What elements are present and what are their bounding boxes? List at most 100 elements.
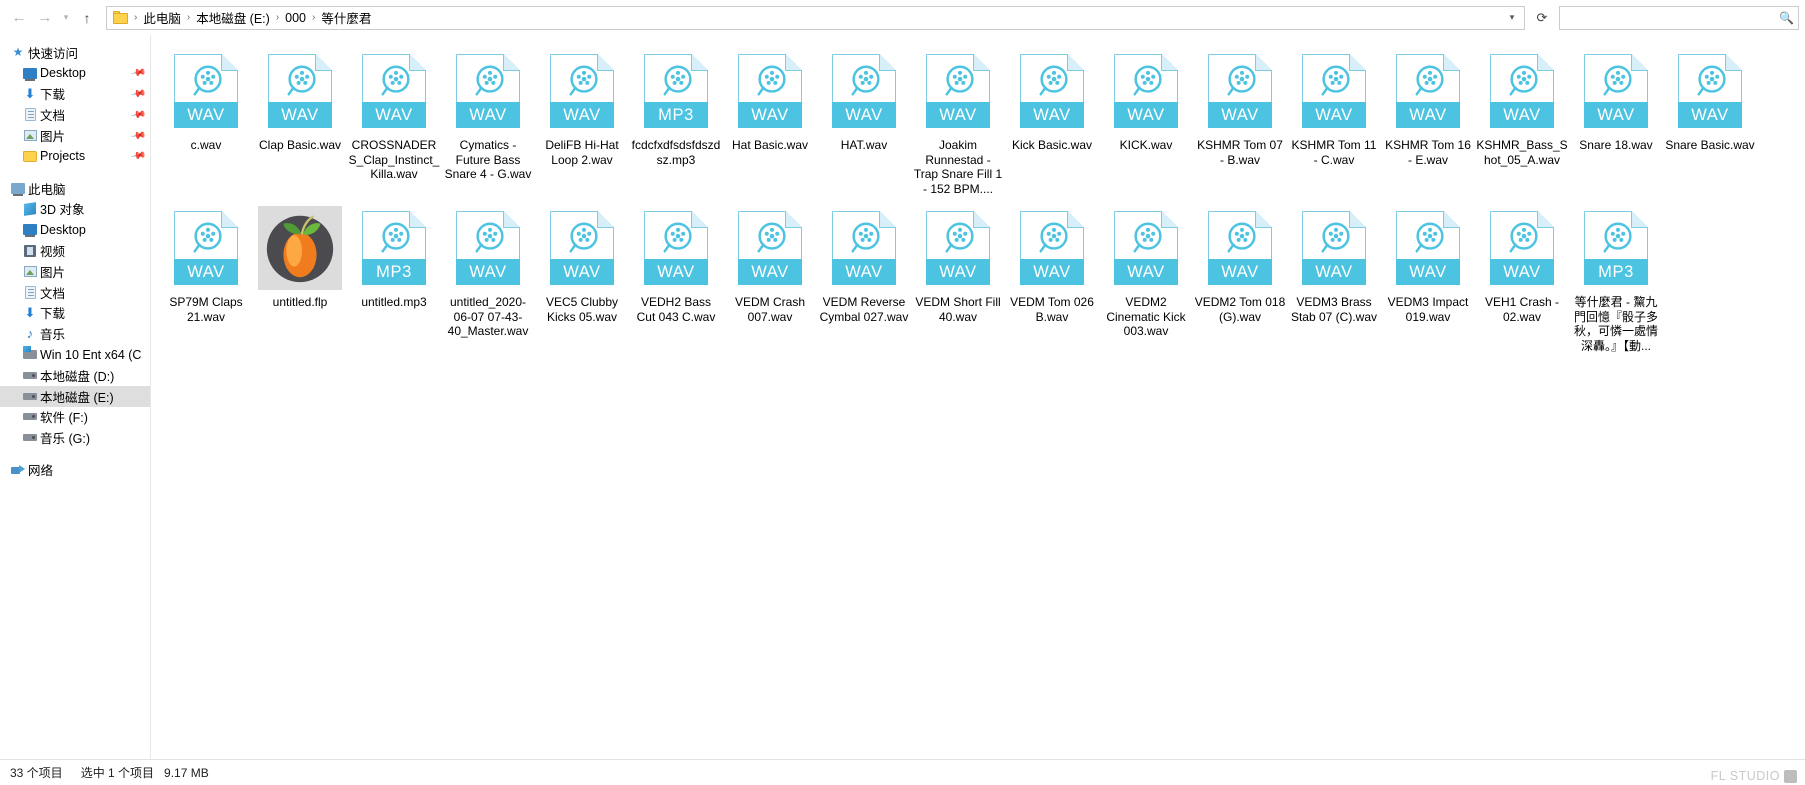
sidebar-item-drive-g[interactable]: 音乐 (G:) <box>0 427 150 448</box>
file-item[interactable]: MP3 untitled.mp3 <box>347 202 441 359</box>
file-list-pane[interactable]: WAV c.wav WAV Clap Basic.wav WAV CROSSNADERS_… <box>150 35 1805 759</box>
file-item[interactable]: WAV untitled_2020-06-07 07-43-40_Master.w… <box>441 202 535 359</box>
audio-disc-icon <box>471 62 505 96</box>
back-icon[interactable]: ← <box>6 5 32 31</box>
sidebar-item-3d-objects[interactable]: 3D 对象 <box>0 199 150 220</box>
breadcrumb-bar[interactable]: › 此电脑 › 本地磁盘 (E:) › 000 › 等什麼君 ▾ <box>106 5 1525 30</box>
file-item[interactable]: WAV CROSSNADERS_Clap_Instinct_Killa.wav <box>347 45 441 202</box>
file-type-label: WAV <box>1503 262 1541 281</box>
file-type-label: MP3 <box>1598 262 1634 281</box>
file-type-label: WAV <box>1315 262 1353 281</box>
forward-icon[interactable]: → <box>32 5 58 31</box>
file-item[interactable]: WAV VEDM3 Impact 019.wav <box>1381 202 1475 359</box>
file-item[interactable]: WAV VEDM Tom 026 B.wav <box>1005 202 1099 359</box>
navigation-pane[interactable]: ★ 快速访问 Desktop 📌 ⬇ 下载 📌 文档 📌 图片 📌 Projec… <box>0 35 150 759</box>
file-name-label: KICK.wav <box>1119 138 1173 152</box>
breadcrumb-item-0[interactable]: 此电脑 <box>138 8 186 27</box>
file-item[interactable]: WAV VEC5 Clubby Kicks 05.wav <box>535 202 629 359</box>
sidebar-item-pictures[interactable]: 图片 📌 <box>0 125 150 146</box>
file-item[interactable]: WAV DeliFB Hi-Hat Loop 2.wav <box>535 45 629 202</box>
sidebar-item-documents-pc[interactable]: 文档 <box>0 282 150 303</box>
sidebar-group-network[interactable]: 网络 <box>0 459 150 480</box>
file-item[interactable]: MP3 等什麼君 - 黧九門回憶『骰子多秋，可憐一處情深轟。』【動... <box>1569 202 1663 359</box>
file-item[interactable]: MP3 fcdcfxdfsdsfdszdsz.mp3 <box>629 45 723 202</box>
audio-disc-icon <box>1223 62 1257 96</box>
document-page-icon: WAV <box>268 53 332 128</box>
breadcrumb-item-1[interactable]: 本地磁盘 (E:) <box>191 8 275 27</box>
file-name-label: Snare 18.wav <box>1579 138 1653 152</box>
file-item[interactable]: WAV KSHMR Tom 16 - E.wav <box>1381 45 1475 202</box>
file-type-badge: WAV <box>550 102 614 128</box>
sidebar-item-projects[interactable]: Projects 📌 <box>0 146 150 167</box>
file-item[interactable]: WAV KICK.wav <box>1099 45 1193 202</box>
document-page-icon: WAV <box>1490 53 1554 128</box>
file-item[interactable]: WAV VEDM Crash 007.wav <box>723 202 817 359</box>
file-name-label: KSHMR Tom 07 - B.wav <box>1197 138 1283 167</box>
sidebar-item-videos[interactable]: 视频 <box>0 240 150 261</box>
file-item[interactable]: WAV Clap Basic.wav <box>253 45 347 202</box>
file-item[interactable]: untitled.flp <box>253 202 347 359</box>
sidebar-item-music[interactable]: ♪ 音乐 <box>0 323 150 344</box>
refresh-icon[interactable]: ⟳ <box>1529 6 1555 30</box>
file-item[interactable]: WAV VEDH2 Bass Cut 043 C.wav <box>629 202 723 359</box>
document-page-icon: WAV <box>738 53 802 128</box>
sidebar-item-drive-c[interactable]: Win 10 Ent x64 (C <box>0 344 150 365</box>
file-item[interactable]: WAV VEDM2 Cinematic Kick 003.wav <box>1099 202 1193 359</box>
sidebar-item-drive-d[interactable]: 本地磁盘 (D:) <box>0 365 150 386</box>
breadcrumb-item-3[interactable]: 等什麼君 <box>316 8 376 27</box>
file-item[interactable]: WAV KSHMR Tom 07 - B.wav <box>1193 45 1287 202</box>
file-item[interactable]: WAV c.wav <box>159 45 253 202</box>
file-item[interactable]: WAV VEDM Short Fill 40.wav <box>911 202 1005 359</box>
file-item[interactable]: WAV Hat Basic.wav <box>723 45 817 202</box>
sidebar-group-quick-access[interactable]: ★ 快速访问 <box>0 42 150 63</box>
sidebar-item-desktop[interactable]: Desktop 📌 <box>0 63 150 84</box>
file-type-badge: WAV <box>738 102 802 128</box>
sidebar-item-pictures-pc[interactable]: 图片 <box>0 261 150 282</box>
document-page-icon: WAV <box>1208 53 1272 128</box>
file-item[interactable]: WAV VEDM Reverse Cymbal 027.wav <box>817 202 911 359</box>
file-type-badge: WAV <box>1302 259 1366 285</box>
file-name-label: fcdcfxdfsdsfdszdsz.mp3 <box>631 138 721 167</box>
file-item[interactable]: WAV Snare 18.wav <box>1569 45 1663 202</box>
file-item[interactable]: WAV Snare Basic.wav <box>1663 45 1757 202</box>
file-type-badge: WAV <box>1302 102 1366 128</box>
drive-icon <box>20 371 40 379</box>
file-type-label: WAV <box>1409 262 1447 281</box>
wav-file-icon: WAV <box>1386 49 1470 133</box>
file-type-label: MP3 <box>658 105 694 124</box>
file-item[interactable]: WAV VEDM2 Tom 018 (G).wav <box>1193 202 1287 359</box>
file-item[interactable]: WAV Kick Basic.wav <box>1005 45 1099 202</box>
wav-file-icon: WAV <box>728 206 812 290</box>
document-page-icon: WAV <box>1678 53 1742 128</box>
mp3-file-icon: MP3 <box>352 206 436 290</box>
sidebar-item-downloads-pc[interactable]: ⬇ 下载 <box>0 303 150 324</box>
file-name-label: VEC5 Clubby Kicks 05.wav <box>545 295 619 324</box>
breadcrumb-chevron-down-icon[interactable]: ▾ <box>1502 7 1522 29</box>
file-item[interactable]: WAV Cymatics - Future Bass Snare 4 - G.wa… <box>441 45 535 202</box>
file-type-badge: WAV <box>362 102 426 128</box>
sidebar-item-desktop-pc[interactable]: Desktop <box>0 219 150 240</box>
file-item[interactable]: WAV VEDM3 Brass Stab 07 (C).wav <box>1287 202 1381 359</box>
file-item[interactable]: WAV VEH1 Crash - 02.wav <box>1475 202 1569 359</box>
wav-file-icon: WAV <box>446 206 530 290</box>
file-item[interactable]: WAV Joakim Runnestad - Trap Snare Fill 1 … <box>911 45 1005 202</box>
sidebar-item-documents[interactable]: 文档 📌 <box>0 104 150 125</box>
recent-locations-chevron-down-icon[interactable]: ▾ <box>58 5 74 31</box>
file-type-badge: WAV <box>1114 259 1178 285</box>
sidebar-item-label: 3D 对象 <box>40 203 85 218</box>
sidebar-item-drive-e[interactable]: 本地磁盘 (E:) <box>0 385 150 407</box>
file-item[interactable]: WAV KSHMR_Bass_Shot_05_A.wav <box>1475 45 1569 202</box>
search-input[interactable] <box>1564 9 1778 26</box>
audio-disc-icon <box>941 62 975 96</box>
sidebar-item-downloads[interactable]: ⬇ 下载 📌 <box>0 84 150 105</box>
sidebar-item-drive-f[interactable]: 软件 (F:) <box>0 407 150 428</box>
file-type-badge: WAV <box>926 259 990 285</box>
file-item[interactable]: WAV KSHMR Tom 11 - C.wav <box>1287 45 1381 202</box>
file-type-badge: WAV <box>268 102 332 128</box>
file-item[interactable]: WAV SP79M Claps 21.wav <box>159 202 253 359</box>
breadcrumb-item-2[interactable]: 000 <box>280 11 311 25</box>
file-item[interactable]: WAV HAT.wav <box>817 45 911 202</box>
up-icon[interactable]: ↑ <box>74 5 100 31</box>
search-box[interactable]: 🔍 <box>1559 5 1799 30</box>
sidebar-group-this-pc[interactable]: 此电脑 <box>0 178 150 199</box>
